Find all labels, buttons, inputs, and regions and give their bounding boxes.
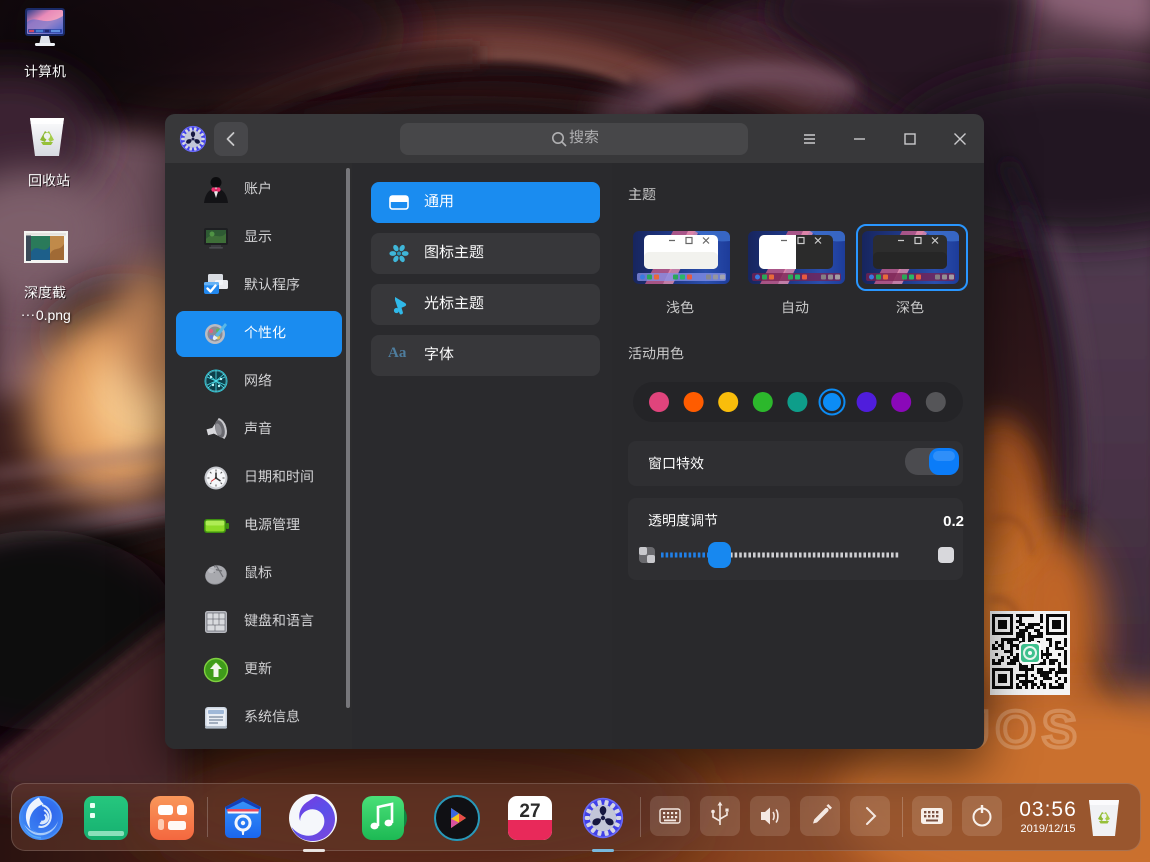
svg-text:27: 27 [519, 801, 540, 822]
